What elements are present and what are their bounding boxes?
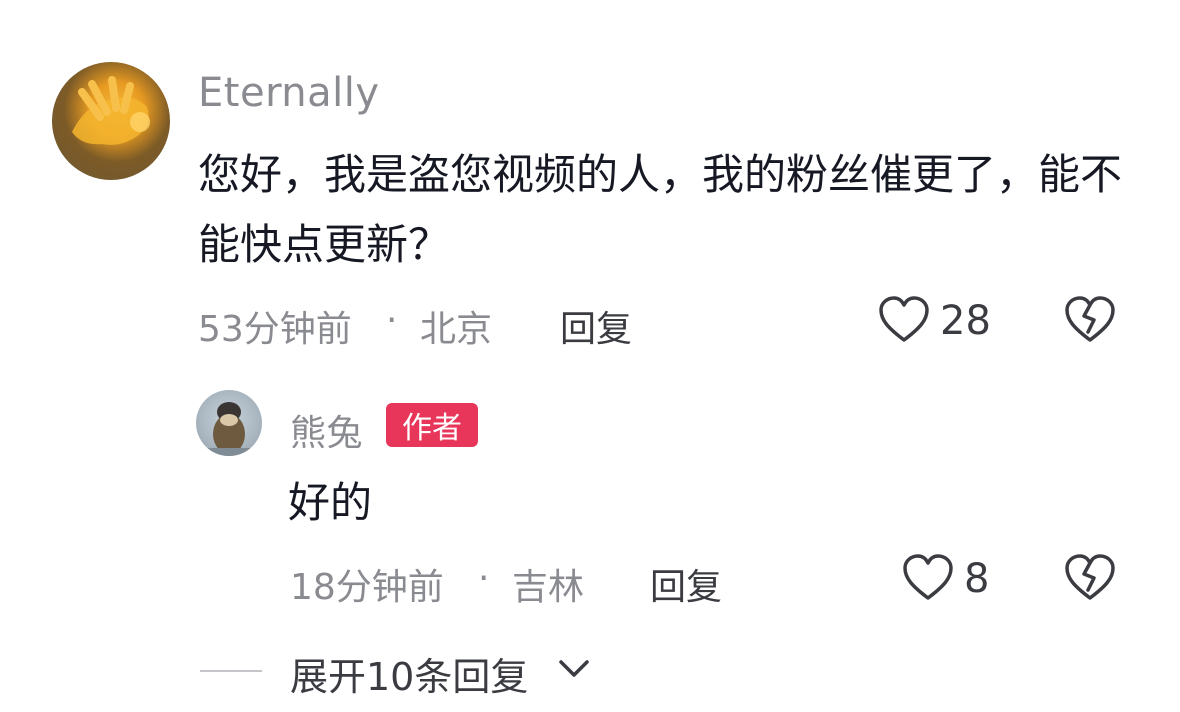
reply-avatar-image xyxy=(196,402,262,456)
author-badge: 作者 xyxy=(386,403,478,447)
like-count: 28 xyxy=(940,298,991,344)
broken-heart-icon[interactable] xyxy=(1064,294,1116,344)
reply-username[interactable]: 熊兔 xyxy=(290,404,363,456)
comment-location: 北京 xyxy=(420,309,493,350)
heart-outline-icon[interactable] xyxy=(902,554,954,602)
reply-location: 吉林 xyxy=(512,567,585,608)
comment-time: 53分钟前 xyxy=(198,309,352,350)
expand-replies-label: 展开10条回复 xyxy=(290,655,529,699)
broken-heart-icon[interactable] xyxy=(1064,552,1116,602)
heart-outline-icon[interactable] xyxy=(878,296,930,344)
reply-button[interactable]: 回复 xyxy=(560,300,632,352)
reply-like-count: 8 xyxy=(964,556,990,602)
comment-username[interactable]: Eternally xyxy=(198,70,380,116)
avatar[interactable] xyxy=(52,62,170,180)
chevron-down-icon[interactable] xyxy=(556,654,592,682)
reply-text: 好的 xyxy=(288,478,373,527)
meta-separator: · xyxy=(386,300,398,341)
meta-separator: · xyxy=(478,558,490,599)
reply-avatar[interactable] xyxy=(196,390,262,456)
expand-replies-button[interactable]: 展开10条回复 xyxy=(290,646,528,701)
avatar-image xyxy=(72,76,150,145)
reply-time: 18分钟前 xyxy=(290,567,444,608)
comment-text: 您好，我是盗您视频的人，我的粉丝催更了，能不能快点更新？ xyxy=(198,150,1123,269)
reply-reply-button[interactable]: 回复 xyxy=(650,558,722,610)
expand-divider xyxy=(200,670,262,672)
